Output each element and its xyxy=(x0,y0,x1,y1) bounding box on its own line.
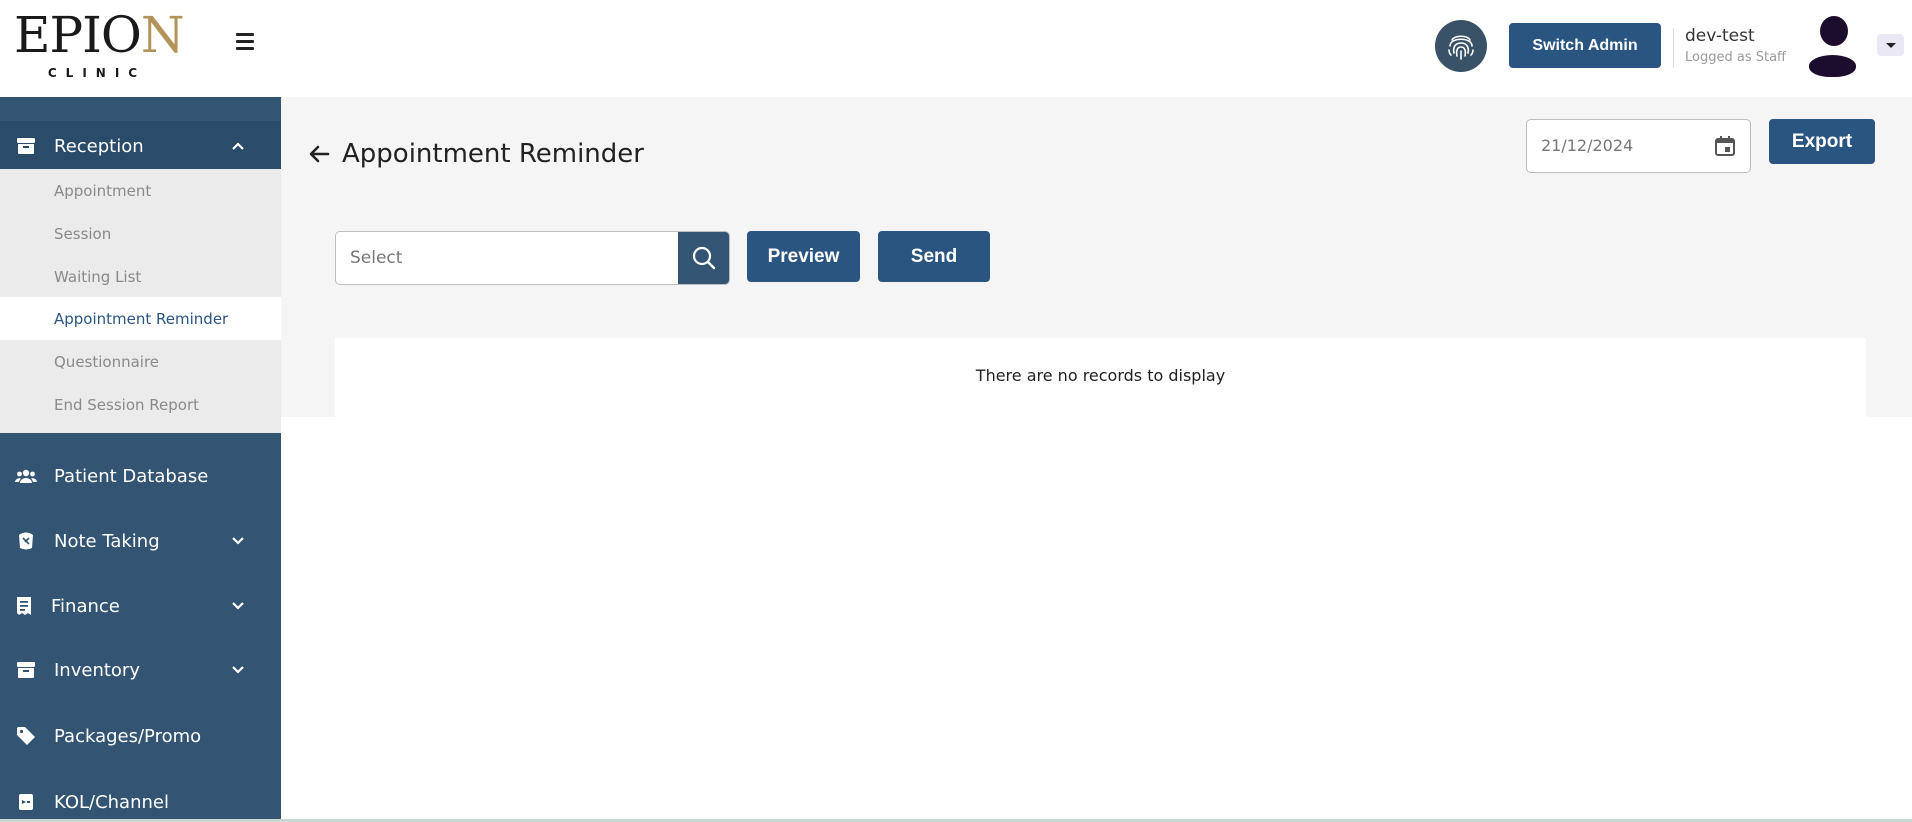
sidebar-subitem-questionnaire[interactable]: Questionnaire xyxy=(0,340,281,383)
sidebar-item-kol-channel[interactable]: KOL/Channel xyxy=(0,778,281,822)
preview-button[interactable]: Preview xyxy=(747,231,860,282)
channel-icon xyxy=(15,791,37,813)
select-placeholder: Select xyxy=(350,248,403,268)
sidebar-item-label: Packages/Promo xyxy=(54,725,202,747)
logo-wordmark: EPION xyxy=(14,6,185,64)
sidebar-subitem-appointment[interactable]: Appointment xyxy=(0,169,281,212)
sidebar-item-packages-promo[interactable]: Packages/Promo xyxy=(0,712,281,760)
page-title: Appointment Reminder xyxy=(342,139,644,169)
menu-toggle-icon[interactable] xyxy=(236,33,254,50)
fingerprint-icon[interactable] xyxy=(1435,20,1487,72)
back-arrow-icon[interactable] xyxy=(307,142,331,166)
sidebar-item-label: Note Taking xyxy=(54,530,160,552)
user-name: dev-test xyxy=(1685,26,1755,46)
send-button[interactable]: Send xyxy=(878,231,990,282)
sidebar: Reception Appointment Session Waiting Li… xyxy=(0,97,281,822)
archive-icon xyxy=(15,135,37,157)
divider xyxy=(1673,28,1674,68)
tag-icon xyxy=(15,725,37,747)
clinic-logo[interactable]: EPION CLINIC xyxy=(14,6,185,82)
sidebar-item-label: KOL/Channel xyxy=(54,791,169,813)
date-value: 21/12/2024 xyxy=(1541,136,1634,155)
sidebar-subitem-waiting-list[interactable]: Waiting List xyxy=(0,255,281,298)
chevron-down-icon xyxy=(229,661,247,679)
user-menu-caret-icon[interactable] xyxy=(1877,34,1904,56)
sidebar-item-label: Finance xyxy=(51,595,120,617)
sidebar-subitem-appointment-reminder[interactable]: Appointment Reminder xyxy=(0,297,281,340)
sidebar-item-patient-database[interactable]: Patient Database xyxy=(0,452,281,500)
export-button[interactable]: Export xyxy=(1769,119,1875,164)
chevron-up-icon xyxy=(229,137,247,155)
sidebar-subitem-session[interactable]: Session xyxy=(0,212,281,255)
archive-icon xyxy=(15,659,37,681)
empty-state-message: There are no records to display xyxy=(975,366,1226,385)
chevron-down-icon xyxy=(229,597,247,615)
user-role: Logged as Staff xyxy=(1685,50,1786,65)
date-picker-field[interactable]: 21/12/2024 xyxy=(1526,119,1751,173)
chevron-down-icon xyxy=(229,532,247,550)
reception-submenu: Appointment Session Waiting List Appoint… xyxy=(0,169,281,433)
patient-select-input[interactable]: Select xyxy=(335,231,730,285)
sidebar-subitem-end-session-report[interactable]: End Session Report xyxy=(0,383,281,426)
top-header: EPION CLINIC Switch Admin dev-test Logge… xyxy=(0,0,1912,97)
logo-subtitle: CLINIC xyxy=(47,66,147,80)
sidebar-item-label: Inventory xyxy=(54,659,140,681)
notes-icon xyxy=(15,530,37,552)
avatar[interactable] xyxy=(1808,16,1856,77)
sidebar-item-reception[interactable]: Reception xyxy=(0,121,281,171)
calendar-icon[interactable] xyxy=(1713,134,1737,158)
sidebar-item-note-taking[interactable]: Note Taking xyxy=(0,517,281,565)
switch-admin-button[interactable]: Switch Admin xyxy=(1509,23,1661,68)
sidebar-item-inventory[interactable]: Inventory xyxy=(0,646,281,694)
sidebar-item-finance[interactable]: Finance xyxy=(0,582,281,630)
sidebar-item-label: Reception xyxy=(54,135,144,157)
records-table: There are no records to display xyxy=(335,338,1866,417)
receipt-icon xyxy=(13,595,35,617)
users-icon xyxy=(15,465,37,487)
search-icon[interactable] xyxy=(678,232,729,284)
sidebar-item-label: Patient Database xyxy=(54,465,209,487)
